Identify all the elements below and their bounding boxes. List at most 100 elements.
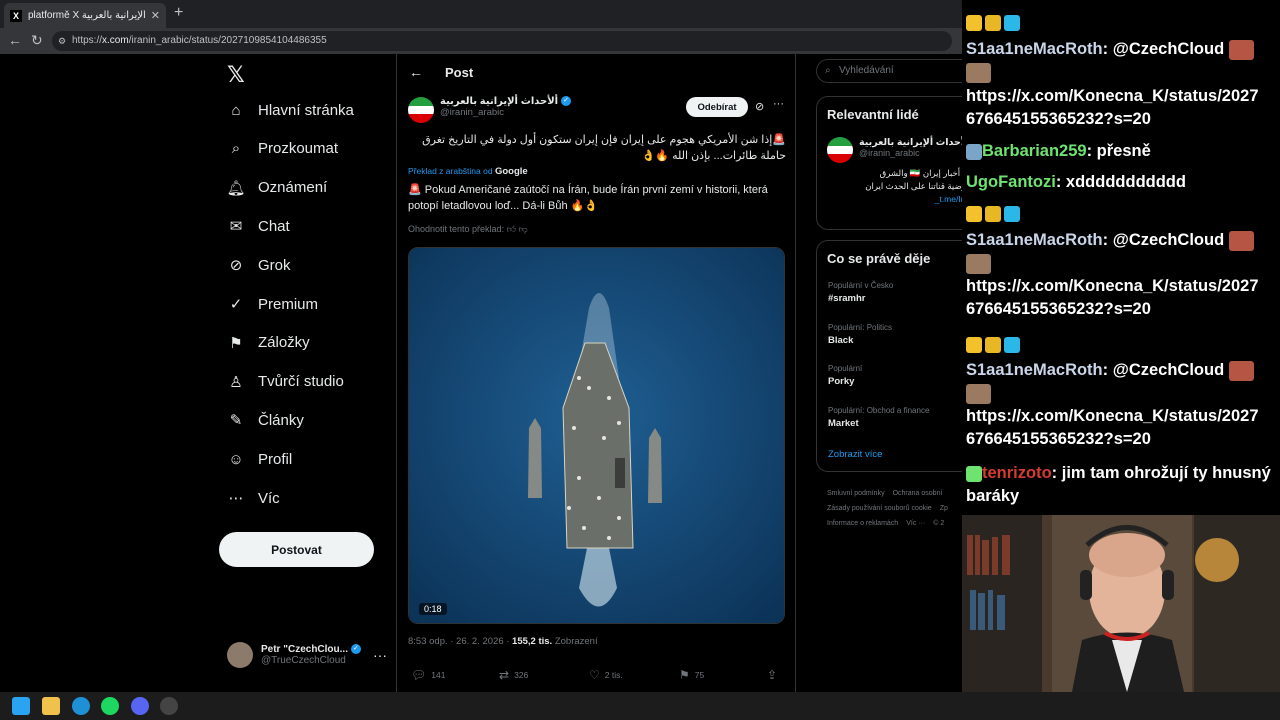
chat-link-part2[interactable]: 676645155365232?s=20: [966, 110, 1151, 128]
chat-link-part1[interactable]: https://x.com/Konecna_K/status/2027: [966, 87, 1259, 105]
chat-link[interactable]: https://x.com/Konecna_K/status/2027: [966, 85, 1276, 108]
obs-icon[interactable]: [160, 697, 178, 715]
more-options-icon[interactable]: ···: [773, 98, 784, 110]
nav-item-label: Grok: [258, 256, 291, 274]
post-button[interactable]: Postovat: [219, 532, 374, 567]
edge-browser-icon[interactable]: [72, 697, 90, 715]
grok-icon[interactable]: ⊘: [755, 100, 764, 113]
google-logo[interactable]: Google: [495, 166, 528, 177]
chat-link-part1[interactable]: https://x.com/Konecna_K/status/2027: [966, 407, 1259, 425]
new-tab-button[interactable]: +: [174, 4, 183, 22]
nav-item-3[interactable]: 🔔︎ Oznámení: [226, 176, 327, 200]
nav-item-5[interactable]: ⊘ Grok: [227, 253, 291, 277]
back-icon[interactable]: ←: [8, 32, 22, 48]
post-timestamp[interactable]: 8:53 odp. · 26. 2. 2026 ·: [408, 636, 512, 647]
like-button[interactable]: ♡ 2 tis.: [589, 668, 623, 682]
file-explorer-icon[interactable]: [42, 697, 60, 715]
chat-emote-line: [966, 252, 1276, 275]
emote-icon: [966, 62, 991, 83]
chat-link[interactable]: 676645155365232?s=20: [966, 298, 1276, 321]
nav-item-4[interactable]: ✉ Chat: [227, 214, 290, 238]
nav-item-7[interactable]: ⚑ Záložky: [227, 331, 309, 355]
mail-icon: ✉: [229, 218, 243, 236]
nav-item-1[interactable]: ⌂ Hlavní stránka: [227, 98, 353, 122]
thumbs-down-icon[interactable]: 👎︎: [519, 224, 528, 234]
nav-item-11[interactable]: ⋯ Víc: [227, 486, 280, 510]
author-handle[interactable]: @iranin_arabic: [440, 107, 571, 118]
account-more-icon[interactable]: ···: [373, 647, 387, 663]
trend-item[interactable]: Populární: Obchod a finance Market: [828, 406, 929, 429]
chat-username[interactable]: UgoFantozi: [966, 173, 1056, 191]
post-text-original: 🚨إذا شن الأمريكي هجوم على إيران فإن إيرا…: [422, 134, 786, 162]
nav-item-9[interactable]: ✎ Články: [227, 408, 304, 432]
search-input[interactable]: ⌕ Vyhledávání: [816, 59, 976, 83]
trend-item[interactable]: Populární v Česko #sramhr: [828, 281, 893, 304]
emote-icon: [966, 383, 991, 404]
nav-item-8[interactable]: ♙ Tvůrčí studio: [227, 370, 344, 394]
back-arrow-icon[interactable]: ←: [409, 64, 423, 80]
close-tab-icon[interactable]: ✕: [151, 9, 160, 22]
chat-message: Barbarian259: přesně: [966, 140, 1276, 163]
badge-icon: [966, 465, 982, 482]
chat-username[interactable]: Barbarian259: [982, 142, 1087, 160]
url-host: x.com: [102, 35, 129, 46]
footer-link[interactable]: Zásady používání souborů cookie: [827, 505, 932, 512]
chat-link-part2[interactable]: 676645155365232?s=20: [966, 430, 1151, 448]
person-name[interactable]: ألأحداث ألإيرانية بالعربية: [859, 137, 971, 148]
footer-links: Smluvní podmínky Ochrana osobní Zásady pou…: [827, 486, 967, 531]
url-field[interactable]: ⚙ https://x.com/iranin_arabic/status/202…: [52, 31, 952, 51]
bookmark-button[interactable]: ⚑ 75: [679, 668, 704, 682]
site-info-icon[interactable]: ⚙: [58, 31, 66, 51]
footer-link[interactable]: Ochrana osobní: [893, 490, 943, 497]
aircraft-carrier-video[interactable]: [409, 248, 785, 624]
chat-link[interactable]: https://x.com/Konecna_K/status/2027: [966, 405, 1276, 428]
nav-item-10[interactable]: ☺ Profil: [227, 447, 292, 471]
bookmark-icon: ⚑: [229, 334, 243, 352]
nav-item-2[interactable]: ⌕ Prozkoumat: [227, 137, 338, 161]
views-count: 155,2 tis.: [512, 636, 553, 647]
video-player[interactable]: 0:18: [408, 247, 785, 624]
nav-item-6[interactable]: ✓ Premium: [227, 292, 318, 316]
trend-item[interactable]: Populární: Politics Black: [828, 323, 892, 346]
trend-item[interactable]: Populární Porky: [828, 364, 862, 387]
spotify-icon[interactable]: [101, 697, 119, 715]
footer-link[interactable]: Zp: [940, 505, 948, 512]
reply-button[interactable]: 💬︎ 141: [411, 668, 445, 682]
webcam-feed: [962, 515, 1280, 692]
avatar: [227, 642, 253, 668]
chat-link[interactable]: https://x.com/Konecna_K/status/2027: [966, 275, 1276, 298]
chat-username[interactable]: S1aa1neMacRoth: [966, 361, 1103, 379]
show-more-link[interactable]: Zobrazit více: [828, 449, 882, 460]
chat-link[interactable]: 676645155365232?s=20: [966, 428, 1276, 451]
share-button[interactable]: ⇪: [767, 668, 782, 682]
repost-count: 326: [514, 670, 529, 680]
search-icon: ⌕: [231, 140, 241, 158]
footer-link[interactable]: Víc ···: [906, 520, 925, 527]
chat-link[interactable]: 676645155365232?s=20: [966, 108, 1276, 131]
x-logo-icon[interactable]: 𝕏: [227, 62, 245, 88]
chat-username[interactable]: S1aa1neMacRoth: [966, 231, 1103, 249]
footer-link[interactable]: Informace o reklamách: [827, 520, 898, 527]
chat-username[interactable]: tenrizoto: [982, 464, 1052, 482]
account-switcher[interactable]: Petr "CzechClou... ✓ @TrueCzechCloud ···: [227, 642, 387, 668]
footer-link[interactable]: © 2: [933, 520, 944, 527]
reload-icon[interactable]: ↻: [31, 32, 43, 49]
chat-link-part2[interactable]: 676645155365232?s=20: [966, 300, 1151, 318]
chat-username[interactable]: S1aa1neMacRoth: [966, 40, 1103, 58]
relevant-person[interactable]: ألأحداث ألإيرانية بالعربية @iranin_arabi…: [827, 137, 977, 204]
browser-tab[interactable]: X platformě X ألأحداث ألإيرانية بالعربية…: [4, 3, 166, 28]
footer-link[interactable]: Smluvní podmínky: [827, 490, 885, 497]
follow-button[interactable]: Odebírat: [686, 97, 748, 117]
account-name: Petr "CzechClou...: [261, 644, 348, 655]
repost-button[interactable]: ⇄ 326: [499, 668, 528, 682]
chat-link-part1[interactable]: https://x.com/Konecna_K/status/2027: [966, 277, 1259, 295]
person-handle[interactable]: @iranin_arabic: [859, 148, 971, 158]
avatar[interactable]: [827, 137, 853, 163]
windows-start-icon[interactable]: [12, 697, 30, 715]
thumbs-up-icon[interactable]: 👍︎: [507, 224, 516, 234]
emote-icon: [966, 253, 991, 274]
author-avatar[interactable]: [408, 97, 434, 123]
author-name[interactable]: ألأحداث ألإيرانية بالعربية: [440, 96, 558, 107]
discord-icon[interactable]: [131, 697, 149, 715]
bell-icon: 🔔︎: [226, 179, 246, 197]
